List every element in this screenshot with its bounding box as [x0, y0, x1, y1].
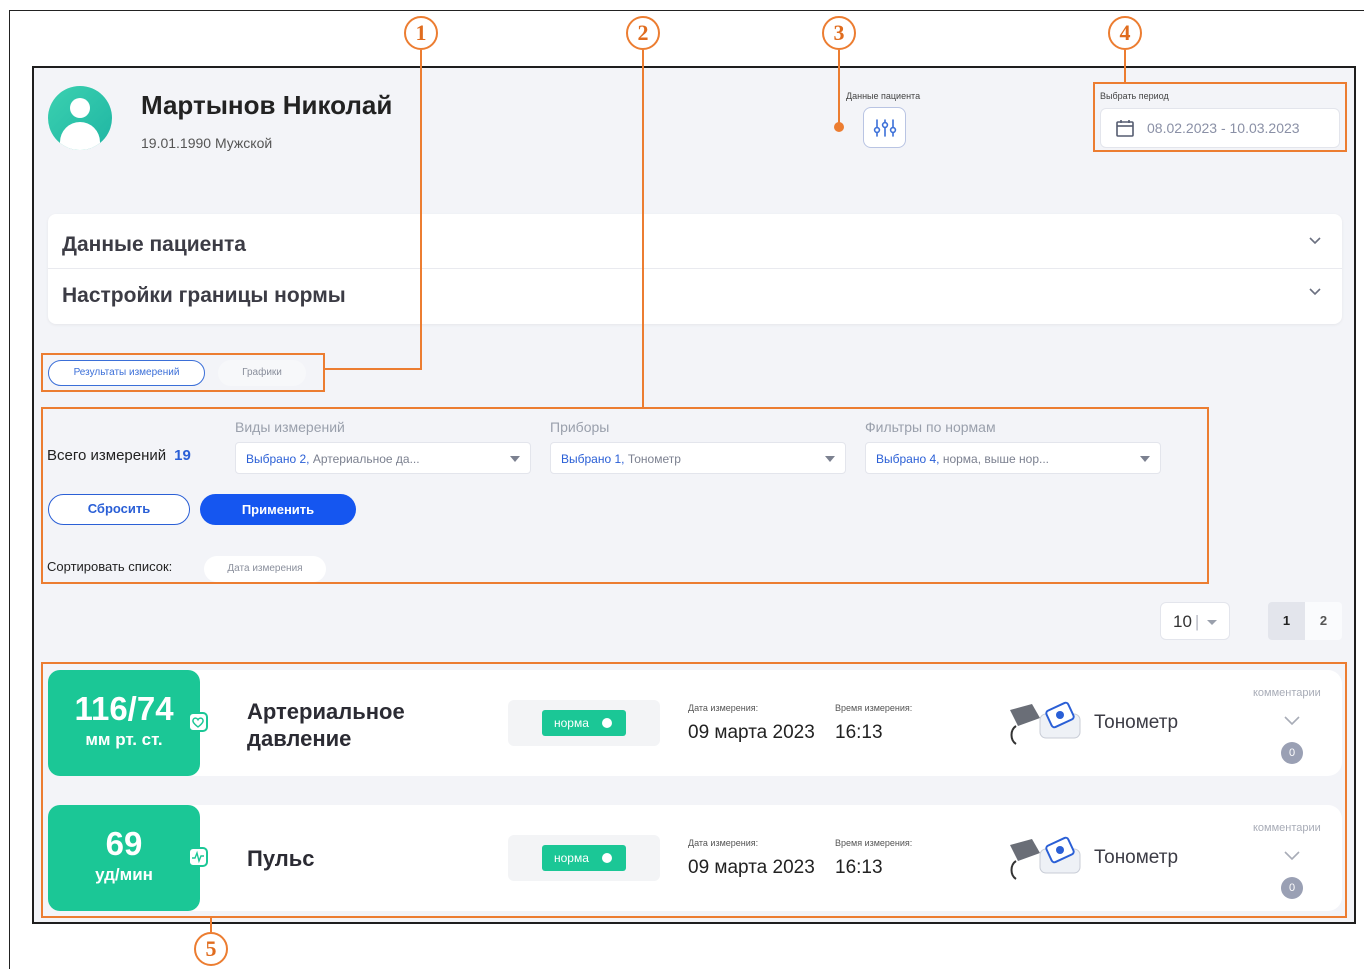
annotation-marker: 3	[822, 16, 856, 50]
annotation-connector	[210, 918, 212, 932]
per-page-select[interactable]: 10 |	[1160, 602, 1230, 640]
annotation-connector	[642, 50, 644, 407]
accordion-patient-data[interactable]: Данные пациента	[48, 218, 1342, 272]
accordion-title: Данные пациента	[62, 233, 246, 256]
outer-border-top	[9, 10, 1364, 11]
annotation-connector	[325, 368, 422, 370]
annotation-marker: 5	[194, 932, 228, 966]
patient-info: 19.01.1990 Мужской	[141, 135, 273, 151]
chevron-down-icon	[1309, 237, 1321, 245]
annotation-marker: 2	[626, 16, 660, 50]
annotation-marker: 4	[1108, 16, 1142, 50]
annotation-box-filters	[41, 407, 1209, 584]
accordion-norm-settings[interactable]: Настройки границы нормы	[48, 269, 1342, 323]
pagination: 1 2	[1268, 602, 1342, 640]
annotation-box-tabs	[41, 353, 325, 392]
chevron-down-icon	[1309, 288, 1321, 296]
patient-name: Мартынов Николай	[141, 90, 393, 120]
patient-data-button[interactable]	[863, 107, 906, 148]
annotation-box-results	[41, 662, 1347, 918]
annotation-connector	[420, 50, 422, 370]
annotation-connector	[838, 50, 840, 126]
caret-down-icon	[1207, 620, 1217, 625]
page-button-1[interactable]: 1	[1268, 602, 1305, 640]
sliders-icon	[873, 118, 896, 137]
annotation-connector	[1124, 50, 1126, 82]
per-page-value: 10	[1173, 612, 1192, 631]
patient-avatar	[48, 86, 112, 150]
outer-border-left	[9, 10, 10, 969]
annotation-box-period	[1093, 82, 1347, 152]
patient-data-label: Данные пациента	[846, 91, 921, 101]
accordion-title: Настройки границы нормы	[62, 284, 346, 307]
page-button-2[interactable]: 2	[1305, 602, 1342, 640]
patient-accordion: Данные пациента Настройки границы нормы	[48, 214, 1342, 324]
annotation-marker: 1	[404, 16, 438, 50]
